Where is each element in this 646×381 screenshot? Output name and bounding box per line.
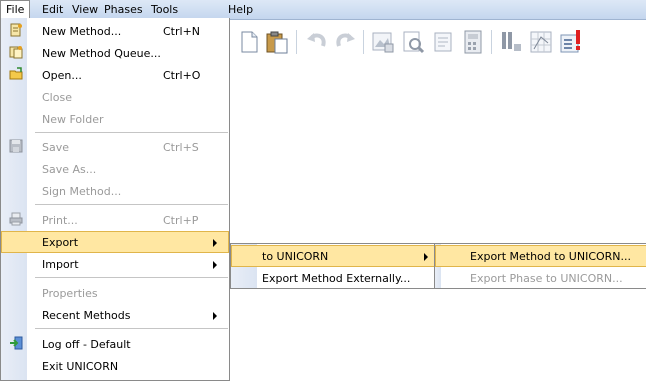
toolbar-separator (491, 30, 492, 54)
to-unicorn-submenu: Export Method to UNICORN... Export Phase… (434, 243, 646, 289)
menu-item-export[interactable]: Export (1, 231, 229, 253)
new-document-icon[interactable] (236, 29, 262, 55)
menu-separator (35, 328, 228, 329)
undo-icon[interactable] (304, 29, 330, 55)
menu-item-open[interactable]: Open... Ctrl+O (1, 64, 229, 86)
submenu-arrow-icon (213, 239, 217, 247)
redo-icon[interactable] (332, 29, 358, 55)
menu-bar: File Edit View Phases Tools Help (0, 0, 646, 20)
print-preview-icon[interactable] (400, 29, 426, 55)
menu-item-sign-method[interactable]: Sign Method... (1, 180, 229, 202)
menu-item-properties[interactable]: Properties (1, 282, 229, 304)
alert-list-icon[interactable] (558, 29, 584, 55)
save-icon (9, 139, 23, 153)
open-folder-icon (9, 67, 23, 80)
menu-item-exit[interactable]: Exit UNICORN (1, 355, 229, 377)
menu-item-save-as[interactable]: Save As... (1, 158, 229, 180)
menu-item-close[interactable]: Close (1, 86, 229, 108)
toolbar (230, 20, 646, 64)
new-queue-icon (9, 46, 23, 59)
notes-icon[interactable] (430, 29, 456, 55)
paste-icon[interactable] (264, 29, 290, 55)
menu-file[interactable]: File (0, 0, 30, 19)
image-icon[interactable] (370, 29, 396, 55)
menu-item-import[interactable]: Import (1, 253, 229, 275)
submenu-arrow-icon (424, 253, 428, 261)
submenu-arrow-icon (213, 261, 217, 269)
menu-view[interactable]: View (72, 3, 98, 16)
menu-help[interactable]: Help (228, 3, 253, 16)
menu-item-new-method-queue[interactable]: New Method Queue... (1, 42, 229, 64)
menu-item-print[interactable]: Print... Ctrl+P (1, 209, 229, 231)
menu-item-export-method-externally[interactable]: Export Method Externally... (231, 267, 437, 289)
menu-item-to-unicorn[interactable]: to UNICORN (231, 245, 437, 267)
menu-item-recent-methods[interactable]: Recent Methods (1, 304, 229, 326)
menu-separator (35, 204, 228, 205)
toolbar-separator (363, 30, 364, 54)
menu-item-log-off[interactable]: Log off - Default (1, 333, 229, 355)
menu-separator (35, 132, 228, 133)
menu-edit[interactable]: Edit (42, 3, 63, 16)
calculator-icon[interactable] (460, 29, 486, 55)
grid-icon[interactable] (528, 29, 554, 55)
menu-item-new-method[interactable]: New Method... Ctrl+N (1, 20, 229, 42)
column-icon[interactable] (498, 29, 524, 55)
menu-phases[interactable]: Phases (104, 3, 143, 16)
menu-separator (35, 277, 228, 278)
print-icon (9, 212, 23, 226)
menu-item-export-phase-to-unicorn[interactable]: Export Phase to UNICORN... (435, 267, 646, 289)
toolbar-separator (296, 30, 297, 54)
menu-item-save[interactable]: Save Ctrl+S (1, 136, 229, 158)
menu-item-new-folder[interactable]: New Folder (1, 108, 229, 130)
export-submenu: to UNICORN Export Method Externally... (230, 243, 438, 289)
menu-item-export-method-to-unicorn[interactable]: Export Method to UNICORN... (435, 245, 646, 267)
new-method-icon (10, 23, 22, 37)
menu-tools[interactable]: Tools (151, 3, 178, 16)
file-menu: New Method... Ctrl+N New Method Queue...… (0, 18, 230, 381)
submenu-arrow-icon (213, 312, 217, 320)
log-off-icon (10, 336, 23, 350)
